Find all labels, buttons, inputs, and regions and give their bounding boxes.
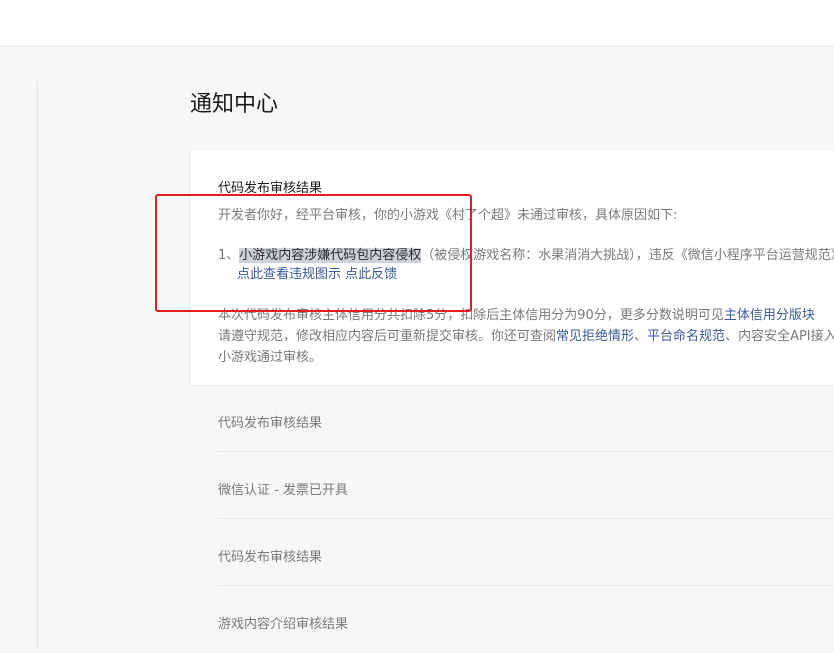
fix-text: 请遵守规范，修改相应内容后可重新提交审核。你还可查阅 (218, 329, 557, 344)
sidebar-divider (37, 82, 38, 650)
credit-score-link[interactable]: 主体信用分版块 (724, 308, 815, 323)
notification-list-item[interactable]: 游戏内容介绍审核结果 (191, 587, 834, 653)
notification-item-label: 微信认证 - 发票已开具 (218, 483, 348, 498)
top-bar (0, 0, 834, 47)
common-rejection-link[interactable]: 常见拒绝情形 (556, 329, 634, 344)
notification-list-item[interactable]: 代码发布审核结果 (191, 386, 834, 452)
divider (218, 585, 834, 586)
notification-item-label: 游戏内容介绍审核结果 (218, 617, 349, 632)
notification-item-label: 代码发布审核结果 (218, 550, 323, 565)
notification-list-item[interactable]: 代码发布审核结果 (191, 520, 834, 586)
notification-list-item[interactable]: 微信认证 - 发票已开具 (191, 453, 834, 519)
divider (218, 518, 834, 519)
content-security-api-text: 内容安全API接入指引 (738, 329, 834, 344)
naming-rules-link[interactable]: 平台命名规范 (647, 329, 725, 344)
highlight-annotation-box (155, 194, 472, 312)
notification-item-label: 代码发布审核结果 (218, 416, 323, 431)
divider (218, 451, 834, 452)
fix-instructions: 请遵守规范，修改相应内容后可重新提交审核。你还可查阅常见拒绝情形、平台命名规范、… (218, 325, 834, 344)
page-title: 通知中心 (190, 92, 279, 117)
violation-detail: （被侵权游戏名称：水果消消大挑战），违反《微信小程序平台运营规范》 (421, 248, 834, 263)
separator: 、 (634, 329, 648, 344)
separator: 、 (725, 329, 739, 344)
final-text: 小游戏通过审核。 (218, 350, 323, 365)
